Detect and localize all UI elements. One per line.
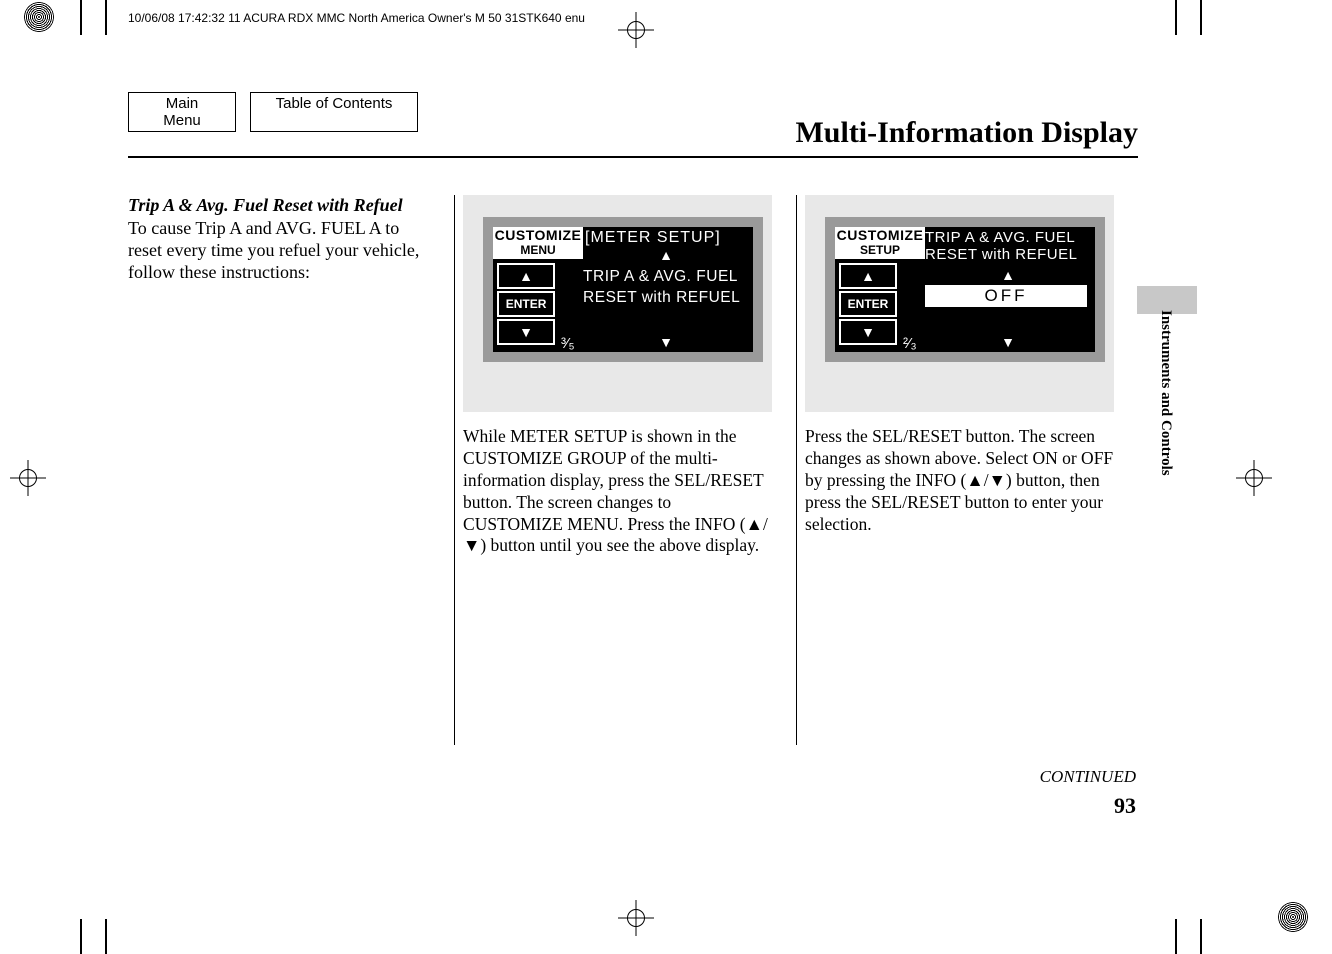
crosshair-icon: [10, 460, 46, 496]
screen-illustration-2: CUSTOMIZE SETUP ▲ ENTER ▼ TRIP A & AVG. …: [805, 195, 1114, 412]
crosshair-icon: [618, 900, 654, 936]
page-title: Multi-Information Display: [795, 116, 1138, 150]
column-2: CUSTOMIZE MENU ▲ ENTER ▼ [METER SETUP] ▲…: [463, 195, 796, 745]
column-3-body: Press the SEL/RESET button. The screen c…: [805, 426, 1114, 535]
down-arrow-icon: ▼: [497, 319, 555, 345]
column-3: CUSTOMIZE SETUP ▲ ENTER ▼ TRIP A & AVG. …: [805, 195, 1138, 745]
down-arrow-icon: ▼: [839, 319, 897, 345]
screen-illustration-1: CUSTOMIZE MENU ▲ ENTER ▼ [METER SETUP] ▲…: [463, 195, 772, 412]
registration-mark-icon: [1278, 902, 1308, 932]
intro-text: To cause Trip A and AVG. FUEL A to reset…: [128, 218, 430, 284]
column-1: Trip A & Avg. Fuel Reset with Refuel To …: [128, 195, 454, 745]
column-separator: [454, 195, 455, 745]
arrow-down-icon: ▼: [659, 334, 673, 350]
enter-button-label: ENTER: [839, 291, 897, 317]
table-of-contents-button[interactable]: Table of Contents: [250, 92, 418, 132]
screen-sub-label: MENU: [493, 243, 583, 259]
arrow-down-icon: ▼: [1001, 334, 1015, 350]
screen-line-2: RESET with REFUEL: [583, 288, 749, 309]
column-2-body: While METER SETUP is shown in the CUSTOM…: [463, 426, 772, 557]
title-rule: [128, 156, 1138, 158]
screen-top-label: CUSTOMIZE: [493, 227, 583, 243]
page-indicator: ²⁄₃: [903, 335, 917, 352]
arrow-up-icon: ▲: [925, 267, 1091, 283]
up-arrow-icon: ▲: [497, 263, 555, 289]
arrow-up-icon: ▲: [583, 247, 749, 263]
crosshair-icon: [1236, 460, 1272, 496]
registration-mark-icon: [24, 2, 54, 32]
enter-button-label: ENTER: [497, 291, 555, 317]
nav-buttons: Main Menu Table of Contents: [128, 92, 418, 132]
section-tab-label: Instruments and Controls: [1157, 310, 1174, 476]
document-header-info: 10/06/08 17:42:32 11 ACURA RDX MMC North…: [128, 11, 585, 25]
screen-title-b: RESET with REFUEL: [925, 246, 1091, 263]
up-arrow-icon: ▲: [839, 263, 897, 289]
screen-top-label: CUSTOMIZE: [835, 227, 925, 243]
screen-title: [METER SETUP]: [583, 229, 749, 247]
page-number: 93: [1114, 793, 1136, 819]
section-subhead: Trip A & Avg. Fuel Reset with Refuel: [128, 195, 430, 216]
screen-sub-label: SETUP: [835, 243, 925, 259]
screen-title-a: TRIP A & AVG. FUEL: [925, 229, 1091, 246]
screen-value: OFF: [925, 285, 1087, 307]
crosshair-icon: [618, 12, 654, 48]
screen-line-1: TRIP A & AVG. FUEL: [583, 267, 749, 288]
column-separator: [796, 195, 797, 745]
continued-label: CONTINUED: [1040, 767, 1136, 787]
page-indicator: ³⁄₅: [561, 335, 575, 352]
main-menu-button[interactable]: Main Menu: [128, 92, 236, 132]
